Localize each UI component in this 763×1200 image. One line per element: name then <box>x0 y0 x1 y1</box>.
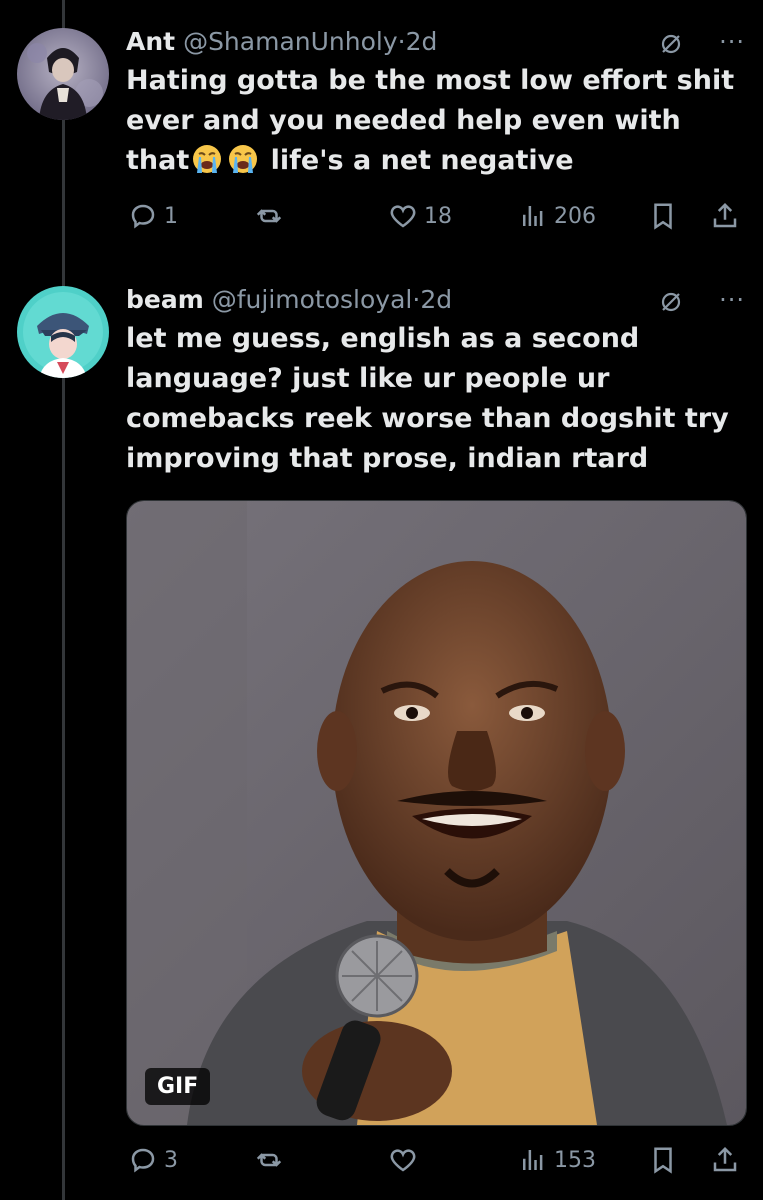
more-options-button[interactable]: ··· <box>719 24 745 60</box>
tweet-text: let me guess, english as a second langua… <box>126 319 745 479</box>
bookmark-icon <box>654 1147 672 1174</box>
user-handle[interactable]: @ShamanUnholy <box>183 27 398 56</box>
share-button[interactable] <box>710 1140 740 1180</box>
tweet-ant[interactable]: Ant @ShamanUnholy·2d ··· Hating gotta be… <box>0 0 763 260</box>
tweet-text: Hating gotta be the most low effort shit… <box>126 61 745 181</box>
views-icon <box>523 1150 543 1170</box>
tweet-text-fragment: that <box>126 145 190 176</box>
user-handle[interactable]: @fujimotosloyal <box>212 285 413 314</box>
crying-face-emoji-icon <box>193 145 222 173</box>
repost-button[interactable] <box>254 196 290 236</box>
tweet-text-line: ever and you needed help even with <box>126 105 681 136</box>
tweet-header: Ant @ShamanUnholy·2d ··· <box>126 24 745 60</box>
reply-button[interactable]: 3 <box>128 1140 178 1180</box>
display-name[interactable]: beam <box>126 285 204 314</box>
display-name[interactable]: Ant <box>126 27 175 56</box>
share-icon <box>713 1146 737 1172</box>
bookmark-button[interactable] <box>648 196 678 236</box>
share-button[interactable] <box>710 196 740 236</box>
repost-icon <box>256 209 282 223</box>
reply-icon <box>131 204 155 229</box>
views-button[interactable]: 206 <box>518 196 596 236</box>
bookmark-icon <box>654 203 672 230</box>
timestamp[interactable]: 2d <box>420 285 452 314</box>
grok-icon[interactable] <box>659 32 683 56</box>
reply-icon <box>131 1148 155 1173</box>
like-button[interactable]: 18 <box>388 196 452 236</box>
timestamp[interactable]: 2d <box>406 27 438 56</box>
reply-count: 1 <box>164 203 178 229</box>
separator-dot: · <box>397 27 406 56</box>
grok-icon[interactable] <box>659 290 683 314</box>
tweet-header: beam @fujimotosloyal·2d ··· <box>126 282 745 318</box>
tweet-text-line: improving that prose, indian rtard <box>126 443 649 474</box>
avatar[interactable] <box>17 28 109 120</box>
more-options-button[interactable]: ··· <box>719 282 745 318</box>
like-button[interactable] <box>388 1140 424 1180</box>
action-bar: 1 18 206 <box>126 196 745 236</box>
reply-count: 3 <box>164 1147 178 1173</box>
heart-icon <box>390 205 416 228</box>
tweet-text-line: language? just like ur people ur <box>126 363 610 394</box>
views-button[interactable]: 153 <box>518 1140 596 1180</box>
tweet-text-line: Hating gotta be the most low effort shit <box>126 65 735 96</box>
repost-button[interactable] <box>254 1140 290 1180</box>
avatar[interactable] <box>17 286 109 378</box>
crying-face-emoji-icon <box>229 145 258 173</box>
tweet-text-line: comebacks reek worse than dogshit try <box>126 403 729 434</box>
heart-icon <box>390 1149 416 1172</box>
action-bar: 3 153 <box>126 1140 745 1180</box>
tweet-text-line: let me guess, english as a second <box>126 323 640 354</box>
gif-badge: GIF <box>145 1068 211 1105</box>
like-count: 18 <box>424 203 452 229</box>
views-count: 206 <box>554 203 596 229</box>
views-icon <box>523 206 543 226</box>
repost-icon <box>256 1153 282 1167</box>
tweet-text-line: that life's a net negative <box>126 141 745 181</box>
tweet-text-fragment: life's a net negative <box>270 145 574 176</box>
gif-image <box>127 501 746 1125</box>
views-count: 153 <box>554 1147 596 1173</box>
share-icon <box>713 202 737 228</box>
bookmark-button[interactable] <box>648 1140 678 1180</box>
reply-button[interactable]: 1 <box>128 196 178 236</box>
gif-media[interactable]: GIF <box>126 500 747 1126</box>
